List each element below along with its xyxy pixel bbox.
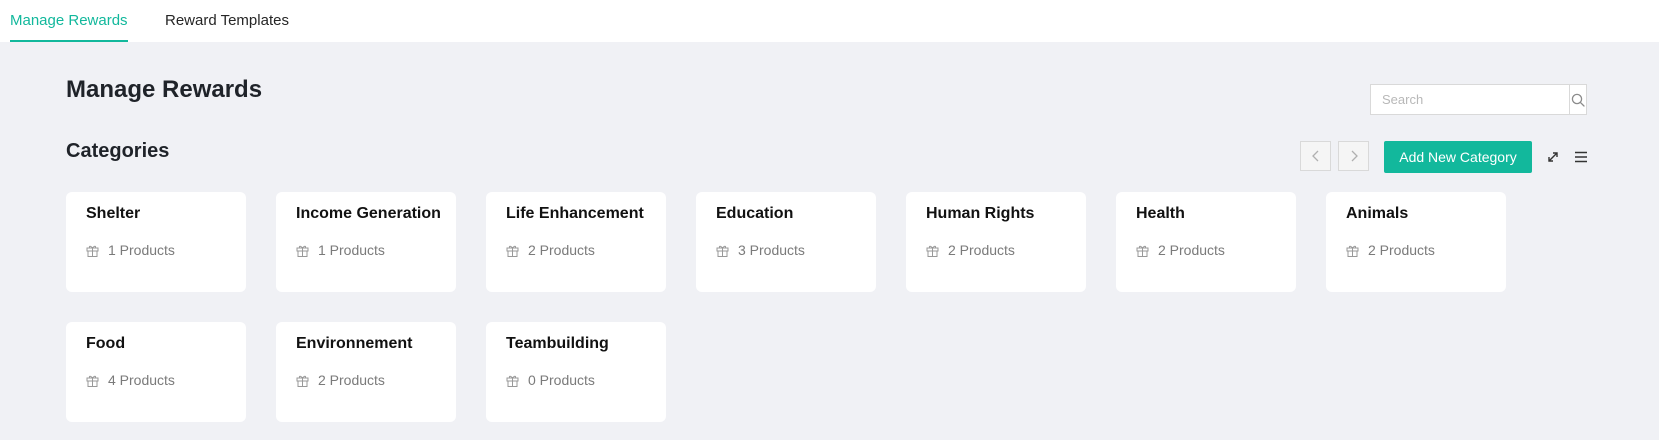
search-button[interactable] [1569, 85, 1586, 114]
product-count-label: 4 Products [108, 372, 175, 388]
search-box [1370, 84, 1587, 115]
category-product-count: 1 Products [86, 242, 226, 258]
category-product-count: 0 Products [506, 372, 646, 388]
category-product-count: 4 Products [86, 372, 226, 388]
chevron-right-icon [1351, 150, 1358, 162]
gift-icon [1136, 245, 1149, 257]
category-card[interactable]: Education 3 Products [696, 192, 876, 292]
category-name: Animals [1346, 205, 1409, 222]
category-name: Environnement [296, 335, 413, 352]
category-name: Health [1136, 205, 1185, 222]
category-card[interactable]: Life Enhancement 2 Products [486, 192, 666, 292]
category-card[interactable]: Health 2 Products [1116, 192, 1296, 292]
category-name: Teambuilding [506, 335, 609, 352]
category-name: Human Rights [926, 205, 1035, 222]
category-card[interactable]: Shelter 1 Products [66, 192, 246, 292]
menu-icon [1575, 151, 1587, 163]
gift-icon [716, 245, 729, 257]
product-count-label: 2 Products [948, 242, 1015, 258]
category-name: Income Generation [296, 205, 441, 222]
product-count-label: 2 Products [318, 372, 385, 388]
chevron-left-icon [1311, 150, 1318, 162]
next-page-button[interactable] [1338, 141, 1369, 171]
category-card[interactable]: Food 4 Products [66, 322, 246, 422]
category-product-count: 2 Products [1346, 242, 1486, 258]
product-count-label: 1 Products [108, 242, 175, 258]
category-card[interactable]: Teambuilding 0 Products [486, 322, 666, 422]
category-name: Food [86, 335, 126, 352]
category-product-count: 2 Products [506, 242, 646, 258]
category-product-count: 2 Products [926, 242, 1066, 258]
page-title: Manage Rewards [66, 76, 263, 103]
gift-icon [296, 375, 309, 387]
category-product-count: 2 Products [296, 372, 436, 388]
category-product-count: 2 Products [1136, 242, 1276, 258]
category-card[interactable]: Income Generation 1 Products [276, 192, 456, 292]
tab-manage-rewards[interactable]: Manage Rewards [10, 0, 128, 42]
search-icon [1571, 93, 1585, 107]
gift-icon [86, 245, 99, 257]
product-count-label: 2 Products [528, 242, 595, 258]
expand-icon [1548, 152, 1558, 162]
gift-icon [926, 245, 939, 257]
product-count-label: 1 Products [318, 242, 385, 258]
search-input[interactable] [1371, 85, 1569, 114]
category-card[interactable]: Animals 2 Products [1326, 192, 1506, 292]
product-count-label: 0 Products [528, 372, 595, 388]
menu-button[interactable] [1571, 147, 1591, 167]
categories-heading: Categories [66, 140, 170, 162]
gift-icon [86, 375, 99, 387]
tab-reward-templates[interactable]: Reward Templates [165, 0, 289, 42]
category-card[interactable]: Human Rights 2 Products [906, 192, 1086, 292]
product-count-label: 3 Products [738, 242, 805, 258]
gift-icon [296, 245, 309, 257]
gift-icon [506, 245, 519, 257]
expand-button[interactable] [1543, 147, 1563, 167]
prev-page-button[interactable] [1300, 141, 1331, 171]
gift-icon [506, 375, 519, 387]
category-product-count: 3 Products [716, 242, 856, 258]
category-name: Shelter [86, 205, 141, 222]
product-count-label: 2 Products [1158, 242, 1225, 258]
gift-icon [1346, 245, 1359, 257]
category-name: Education [716, 205, 794, 222]
category-product-count: 1 Products [296, 242, 436, 258]
add-new-category-button[interactable]: Add New Category [1384, 141, 1532, 173]
category-card[interactable]: Environnement 2 Products [276, 322, 456, 422]
product-count-label: 2 Products [1368, 242, 1435, 258]
top-tab-bar: Manage Rewards Reward Templates [0, 0, 1659, 42]
category-grid: Shelter 1 Products Income Generation 1 P… [66, 192, 1586, 422]
category-name: Life Enhancement [506, 205, 644, 222]
